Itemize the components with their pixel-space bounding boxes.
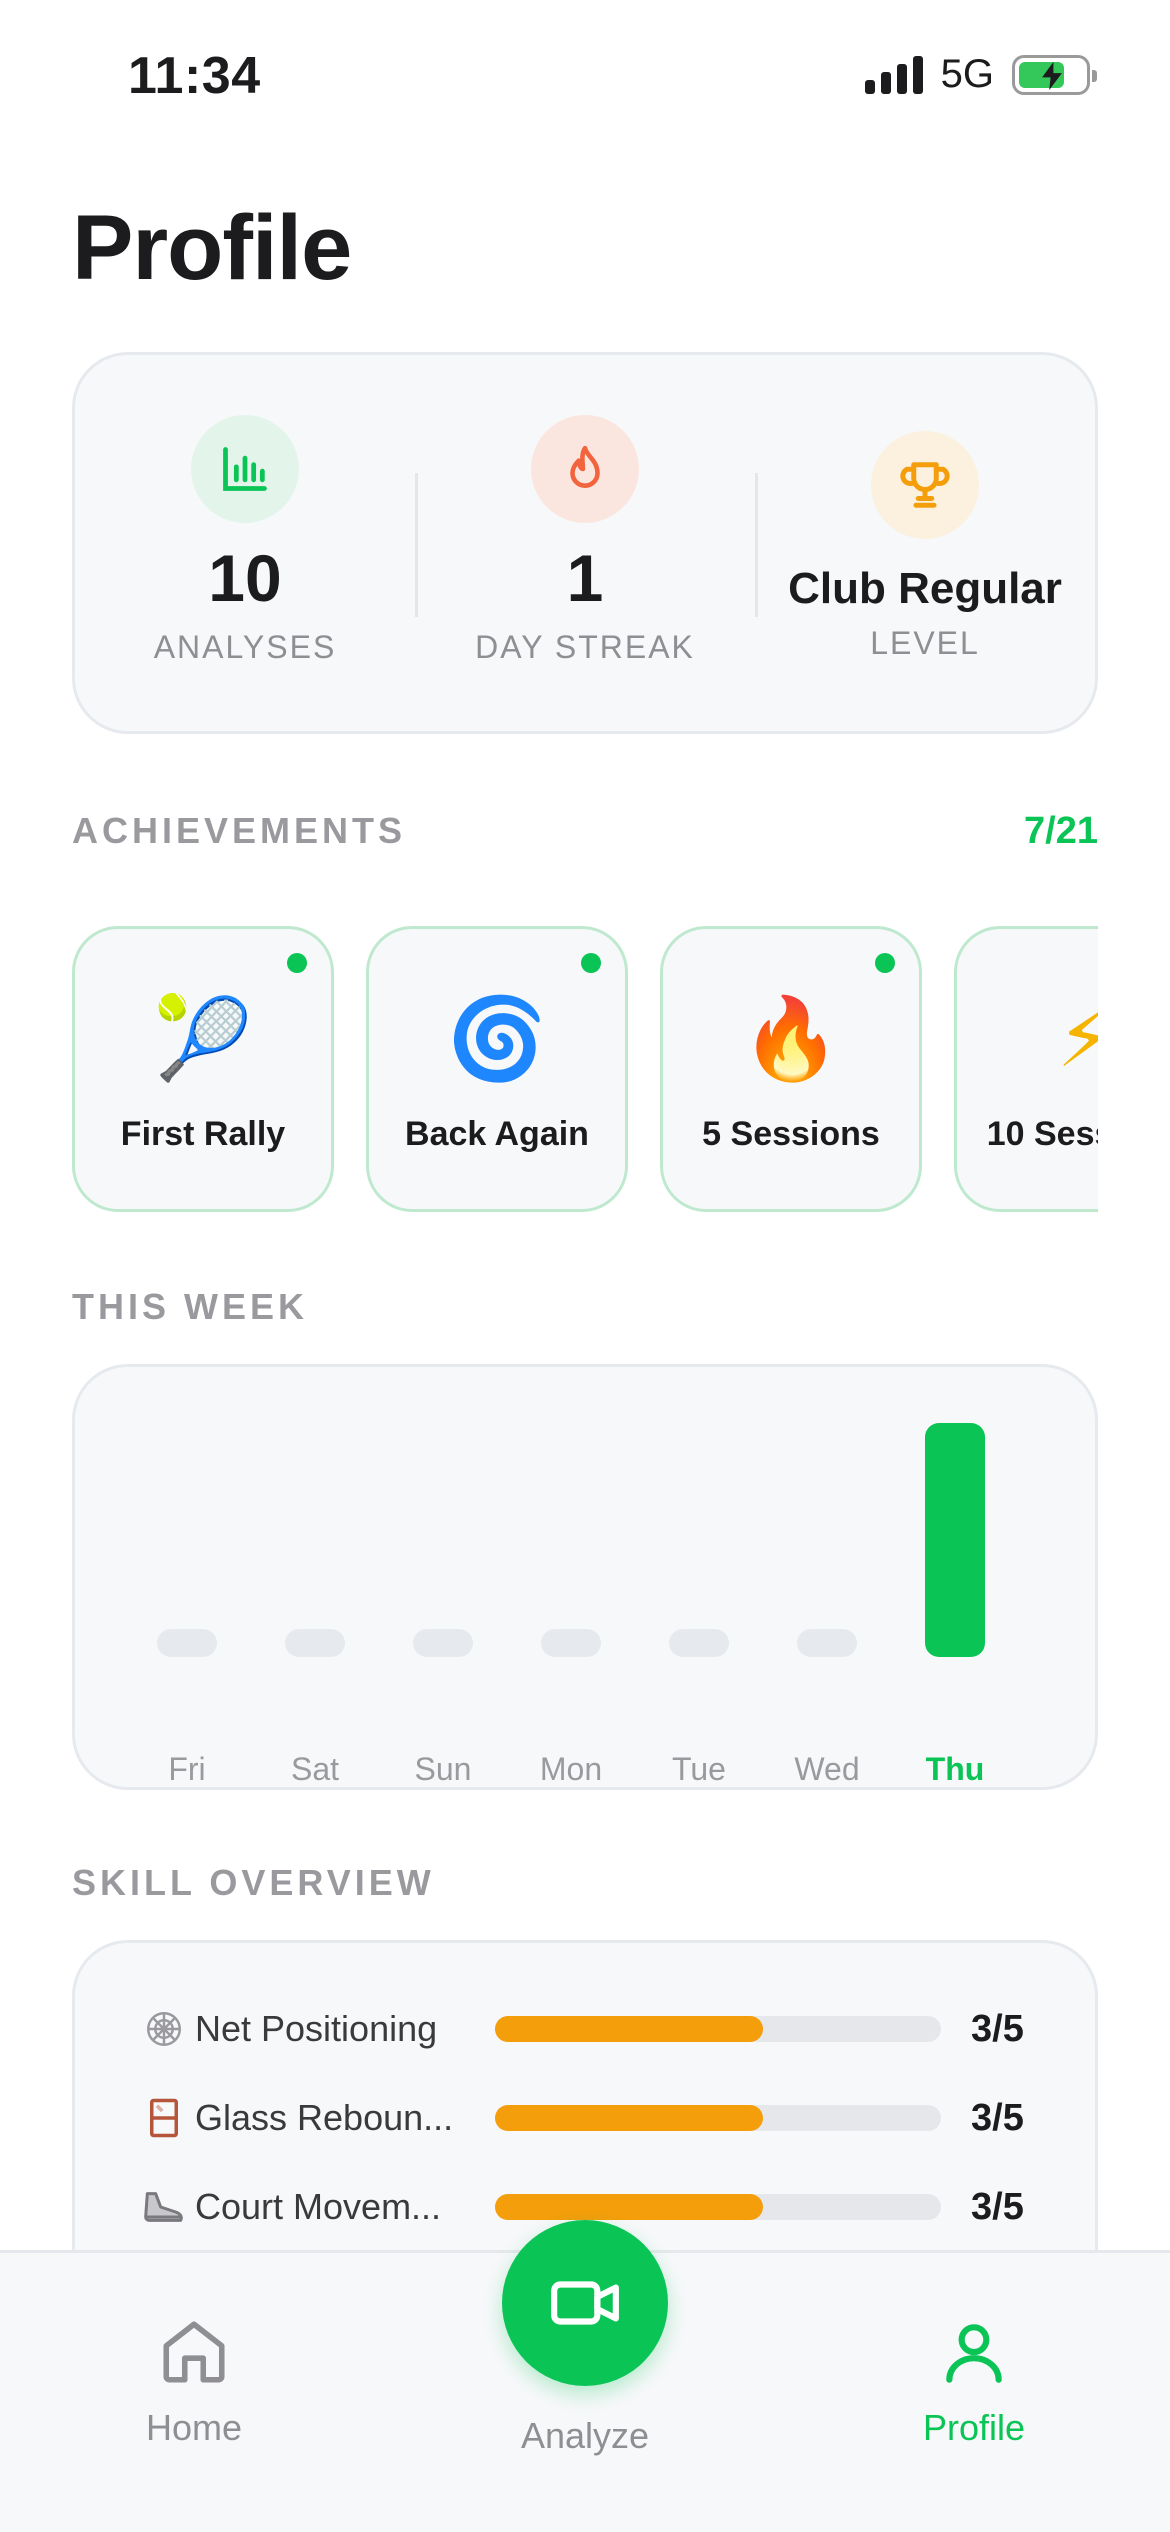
- status-bar: 11:34 5G: [0, 0, 1170, 150]
- spiral-icon: 🌀: [447, 992, 547, 1085]
- stat-value: 1: [566, 541, 604, 615]
- achievements-row: 🎾 First Rally 🌀 Back Again 🔥 5 Sessions …: [72, 926, 1098, 1212]
- skill-progress-fill: [495, 2194, 763, 2220]
- achievements-carousel[interactable]: 🎾 First Rally 🌀 Back Again 🔥 5 Sessions …: [72, 926, 1098, 1214]
- achievements-count[interactable]: 7/21: [1024, 810, 1098, 853]
- unlocked-dot: [287, 953, 307, 973]
- skill-progress-track: [495, 2016, 941, 2042]
- skill-name: Court Movem...: [195, 2186, 442, 2227]
- tab-analyze[interactable]: Analyze: [465, 2415, 705, 2457]
- achievement-card[interactable]: 🎾 First Rally: [72, 926, 334, 1212]
- day-bar-thu: [925, 1423, 985, 1657]
- skill-row[interactable]: Net Positioning 3/5: [141, 1999, 1041, 2059]
- day-label: Wed: [794, 1751, 860, 1787]
- stat-analyses: 10 ANALYSES: [75, 355, 415, 731]
- achievement-name: Back Again: [405, 1115, 589, 1153]
- unlocked-dot: [581, 953, 601, 973]
- shoe-icon: [141, 2184, 187, 2230]
- skill-name: Net Positioning: [195, 2008, 438, 2049]
- flame-icon: [570, 445, 600, 488]
- stat-label: LEVEL: [870, 625, 980, 661]
- this-week-heading: THIS WEEK: [72, 1286, 309, 1327]
- achievement-name: 10 Sessions: [986, 1115, 1098, 1153]
- achievement-name: First Rally: [120, 1115, 286, 1153]
- day-label: Fri: [168, 1751, 206, 1787]
- battery-icon: [1012, 54, 1097, 95]
- day-bar-sat: [285, 1629, 345, 1657]
- skill-name: Glass Reboun...: [195, 2097, 454, 2138]
- video-camera-icon: [551, 2281, 619, 2325]
- status-time: 11:34: [128, 47, 261, 105]
- tennis-ball-icon: 🎾: [153, 992, 253, 1085]
- skill-progress-track: [495, 2105, 941, 2131]
- bar-chart-icon: [223, 447, 267, 491]
- stat-label: DAY STREAK: [475, 629, 695, 665]
- day-label: Sun: [414, 1751, 472, 1787]
- weekly-activity-card: Fri Sat Sun Mon Tue Wed Thu: [72, 1364, 1098, 1790]
- skill-row[interactable]: Glass Reboun... 3/5: [141, 2088, 1041, 2148]
- skill-progress-track: [495, 2194, 941, 2220]
- day-bar-fri: [157, 1629, 217, 1657]
- stat-level: Club Regular LEVEL: [755, 355, 1095, 731]
- stat-icon-bg: [191, 415, 299, 523]
- tab-label: Home: [145, 2407, 243, 2448]
- stat-icon-bg: [871, 431, 979, 539]
- skill-score: 3/5: [971, 2096, 1024, 2139]
- trophy-icon: [900, 462, 950, 508]
- stats-card: 10 ANALYSES 1 DAY STREAK Club Regular LE…: [72, 352, 1098, 734]
- stat-icon-bg: [531, 415, 639, 523]
- net-icon: [141, 2006, 187, 2052]
- achievement-card[interactable]: 🔥 5 Sessions: [660, 926, 922, 1212]
- skill-score: 3/5: [971, 2185, 1024, 2228]
- achievements-heading: ACHIEVEMENTS: [72, 810, 407, 851]
- page-title: Profile: [72, 197, 352, 299]
- weekly-activity-chart: Fri Sat Sun Mon Tue Wed Thu: [157, 1423, 1021, 1787]
- analyze-record-button[interactable]: [502, 2220, 668, 2386]
- network-type: 5G: [940, 52, 994, 96]
- tab-label: Analyze: [520, 2415, 650, 2456]
- tab-home[interactable]: Home: [74, 2315, 314, 2449]
- glass-wall-icon: [141, 2095, 187, 2141]
- cellular-signal-icon: [864, 55, 923, 94]
- unlocked-dot: [875, 953, 895, 973]
- day-label: Sat: [290, 1751, 340, 1787]
- skill-progress-fill: [495, 2016, 763, 2042]
- day-label: Thu: [925, 1751, 985, 1787]
- achievement-card[interactable]: ⚡ 10 Sessions: [954, 926, 1098, 1212]
- day-bar-tue: [669, 1629, 729, 1657]
- skill-progress-fill: [495, 2105, 763, 2131]
- stat-streak: 1 DAY STREAK: [415, 355, 755, 731]
- day-bar-wed: [797, 1629, 857, 1657]
- day-label: Mon: [539, 1751, 603, 1787]
- stat-value: 10: [208, 541, 282, 615]
- tab-profile[interactable]: Profile: [854, 2315, 1094, 2449]
- status-indicators: 5G: [864, 52, 1097, 97]
- day-label: Tue: [672, 1751, 726, 1787]
- stat-label: ANALYSES: [153, 629, 337, 665]
- fire-icon: 🔥: [741, 992, 841, 1085]
- tab-label: Profile: [922, 2407, 1026, 2448]
- day-bar-sun: [413, 1629, 473, 1657]
- achievement-name: 5 Sessions: [702, 1115, 880, 1153]
- stat-value: Club Regular: [788, 564, 1062, 613]
- person-icon: [946, 2324, 1002, 2383]
- day-bar-mon: [541, 1629, 601, 1657]
- skill-overview-heading: SKILL OVERVIEW: [72, 1862, 435, 1903]
- achievement-card[interactable]: 🌀 Back Again: [366, 926, 628, 1212]
- skill-score: 3/5: [971, 2007, 1024, 2050]
- lightning-icon: ⚡: [1056, 992, 1098, 1085]
- home-icon: [163, 2321, 225, 2383]
